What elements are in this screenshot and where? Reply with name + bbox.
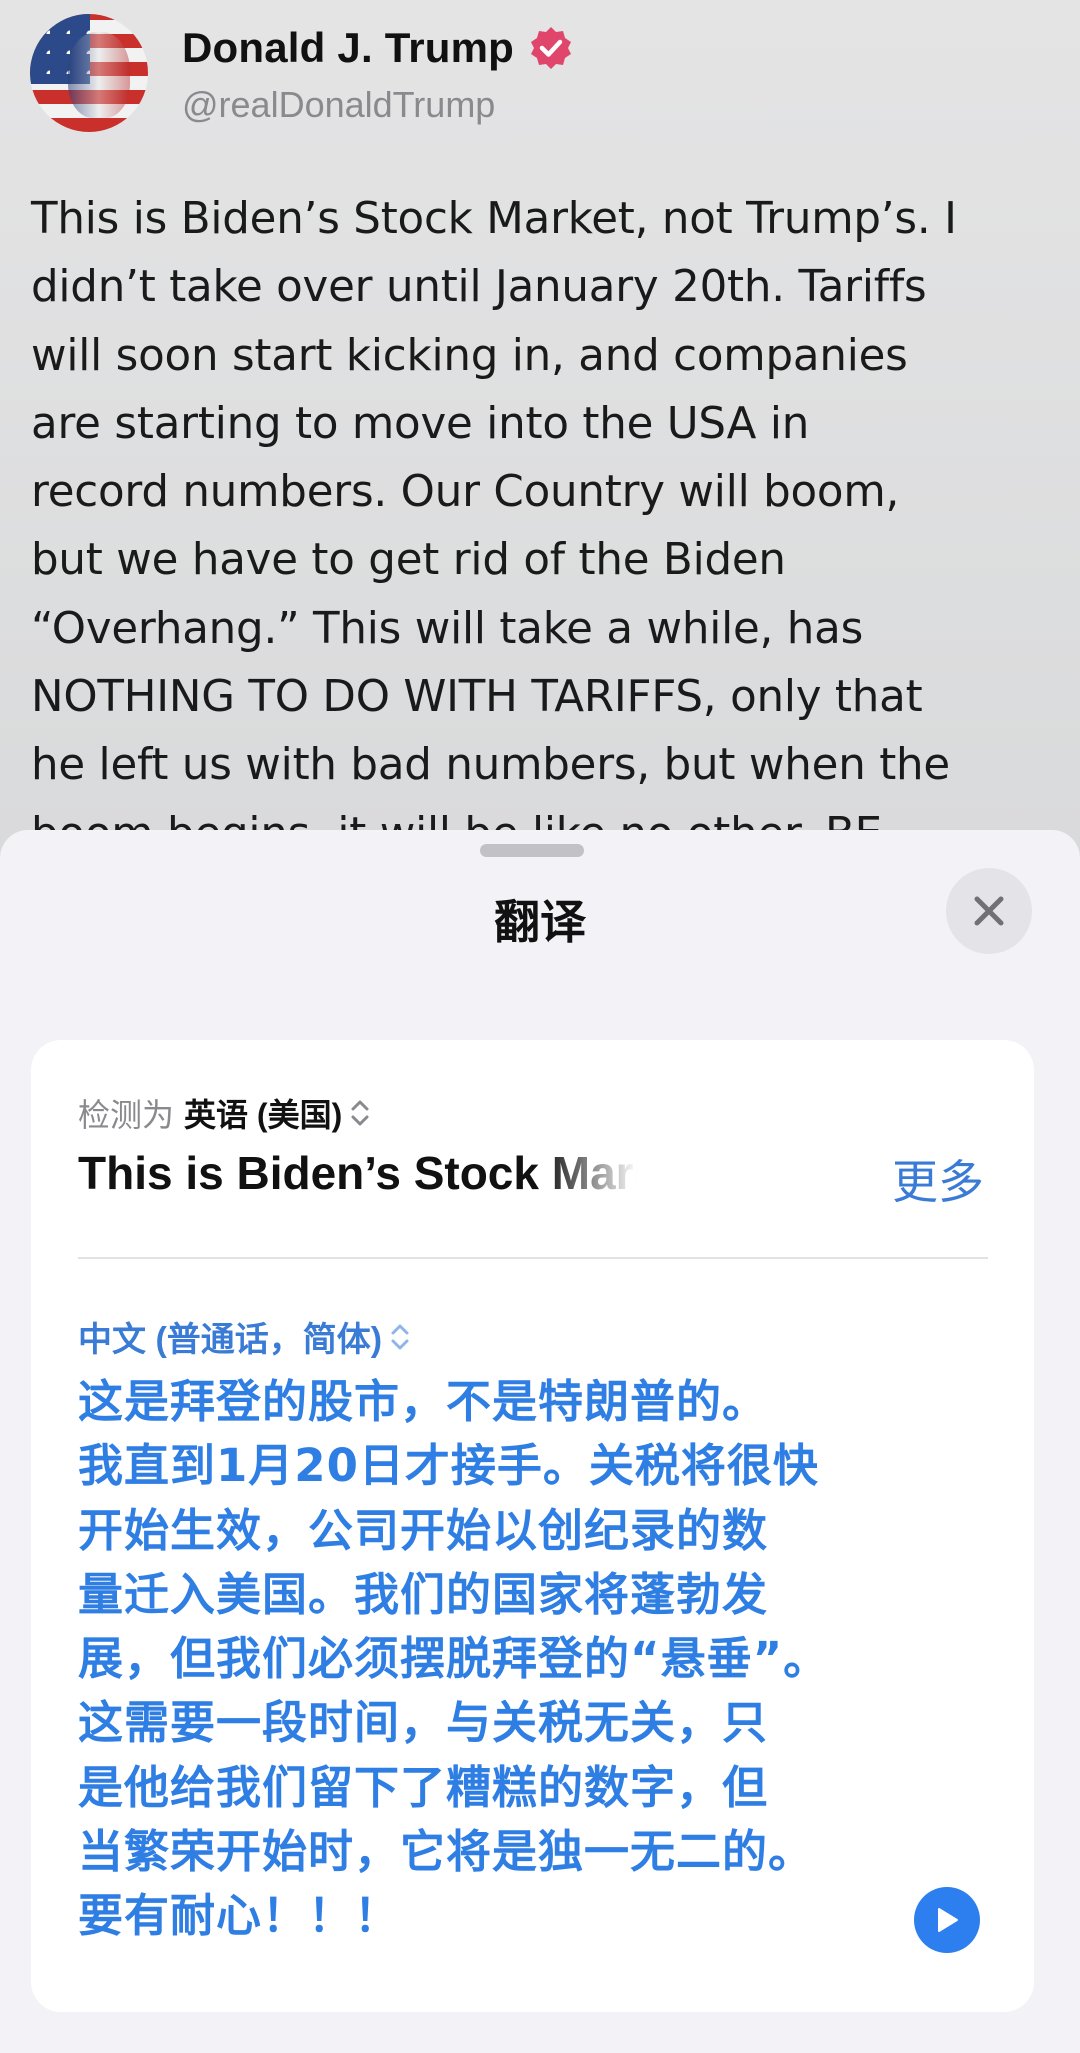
post-body-line: will soon start kicking in, and companie… — [31, 330, 908, 381]
source-language-selector[interactable]: 检测为 英语 (美国) — [78, 1090, 370, 1136]
post-body-line: didn’t take over until January 20th. Tar… — [31, 262, 927, 313]
close-icon — [974, 896, 1004, 926]
source-language: 英语 (美国) — [184, 1097, 343, 1133]
translated-line: 展，但我们必须摆脱拜登的“悬垂”。 — [78, 1632, 830, 1686]
author-name[interactable]: Donald J. Trump — [182, 24, 514, 72]
play-icon — [938, 1908, 958, 1932]
post: Donald J. Trump @realDonaldTrump This is… — [0, 0, 1080, 860]
translated-line: 量迁入美国。我们的国家将蓬勃发 — [78, 1567, 769, 1621]
translated-line: 我直到1月20日才接手。关税将很快 — [78, 1439, 819, 1493]
play-button[interactable] — [914, 1887, 980, 1953]
chevron-updown-icon — [391, 1324, 409, 1349]
chevron-updown-icon — [351, 1100, 369, 1126]
translated-line: 这需要一段时间，与关税无关，只 — [78, 1696, 769, 1750]
post-body-line: “Overhang.” This will take a while, has — [31, 603, 864, 654]
translated-line: 这是拜登的股市，不是特朗普的。 — [78, 1375, 769, 1428]
post-body-line: he left us with bad numbers, but when th… — [31, 740, 950, 791]
author-handle[interactable]: @realDonaldTrump — [182, 84, 495, 126]
translated-line: 要有耐心！！！ — [78, 1889, 401, 1943]
more-button[interactable]: 更多 — [892, 1146, 984, 1212]
translated-line: 当繁荣开始时，它将是独一无二的。 — [78, 1825, 815, 1879]
detected-label: 检测为 — [78, 1097, 175, 1133]
post-body-line: but we have to get rid of the Biden — [31, 535, 786, 586]
close-button[interactable] — [946, 868, 1032, 954]
post-body-line: record numbers. Our Country will boom, — [31, 467, 900, 518]
translated-line: 开始生效，公司开始以创纪录的数 — [78, 1503, 769, 1557]
target-language: 中文 (普通话，简体) — [78, 1321, 383, 1359]
author-row: Donald J. Trump — [182, 24, 574, 72]
translated-text: 这是拜登的股市，不是特朗普的。 我直到1月20日才接手。关税将很快 开始生效，公司开… — [78, 1370, 978, 1949]
post-body-line: This is Biden’s Stock Market, not Trump’… — [31, 194, 957, 244]
translated-line: 是他给我们留下了糟糕的数字，但 — [78, 1760, 769, 1814]
post-body-line: NOTHING TO DO WITH TARIFFS, only that — [31, 672, 923, 723]
target-language-selector[interactable]: 中文 (普通话，简体) — [78, 1312, 410, 1361]
avatar[interactable] — [30, 14, 148, 132]
translation-card: 检测为 英语 (美国) This is Biden’s Stock Market… — [31, 1040, 1034, 2012]
post-body: This is Biden’s Stock Market, not Trump’… — [31, 185, 1061, 860]
sheet-title: 翻译 — [494, 896, 586, 948]
source-text: This is Biden’s Stock Market, not Trump’… — [78, 1147, 638, 1199]
verified-badge-icon — [528, 25, 574, 71]
translate-sheet: 翻译 检测为 英语 (美国) This is Biden’s Stock Mar… — [0, 830, 1080, 2053]
divider — [78, 1257, 988, 1259]
post-body-line: are starting to move into the USA in — [31, 398, 810, 449]
sheet-grabber[interactable] — [480, 844, 584, 857]
